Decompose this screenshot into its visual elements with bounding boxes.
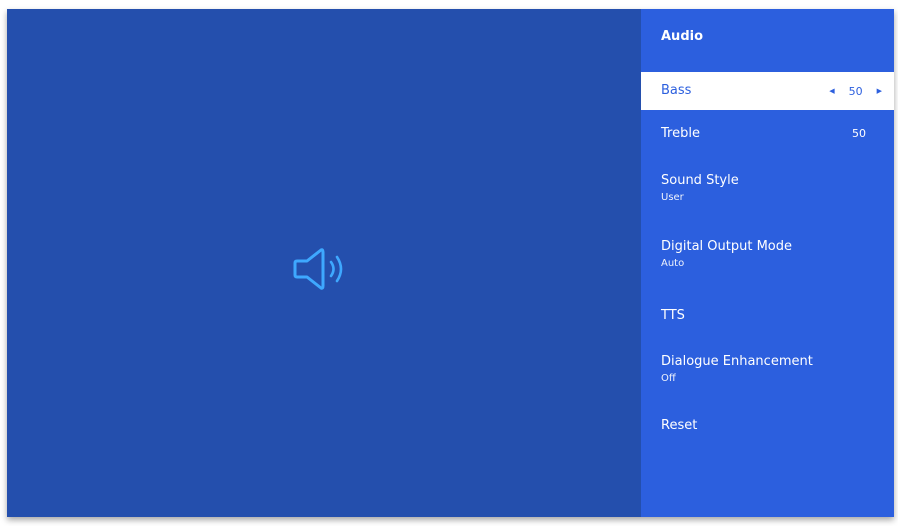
- menu-item-digital-output-mode[interactable]: Digital Output Mode Auto: [641, 239, 894, 273]
- menu-item-value: User: [661, 192, 684, 203]
- menu-item-dialogue-enhancement[interactable]: Dialogue Enhancement Off: [641, 354, 894, 388]
- treble-value: 50: [852, 127, 866, 140]
- menu-item-label: Dialogue Enhancement: [661, 354, 813, 369]
- arrow-left-icon[interactable]: ◀: [829, 87, 834, 95]
- menu-item-treble[interactable]: Treble 50: [641, 126, 894, 146]
- menu-item-bass[interactable]: Bass ◀ 50 ▶: [641, 72, 894, 110]
- bass-stepper[interactable]: ◀ 50 ▶: [829, 72, 882, 110]
- menu-item-label: Sound Style: [661, 173, 739, 188]
- menu-item-tts[interactable]: TTS: [641, 308, 894, 328]
- menu-item-label: Digital Output Mode: [661, 239, 793, 254]
- arrow-right-icon[interactable]: ▶: [877, 87, 882, 95]
- menu-item-label: Reset: [661, 418, 698, 433]
- audio-preview-area: [7, 9, 641, 517]
- tv-screen: Audio Bass ◀ 50 ▶ Treble 50 Sound Style …: [7, 9, 894, 517]
- menu-item-label: Bass: [661, 83, 692, 98]
- menu-item-value: Auto: [661, 258, 685, 269]
- menu-title: Audio: [661, 29, 704, 44]
- speaker-icon: [293, 248, 343, 290]
- bass-value: 50: [848, 84, 863, 98]
- menu-item-sound-style[interactable]: Sound Style User: [641, 173, 894, 207]
- menu-item-reset[interactable]: Reset: [641, 418, 894, 438]
- menu-item-label: TTS: [661, 308, 685, 323]
- audio-settings-menu: Audio Bass ◀ 50 ▶ Treble 50 Sound Style …: [641, 9, 894, 517]
- menu-item-value: Off: [661, 373, 676, 384]
